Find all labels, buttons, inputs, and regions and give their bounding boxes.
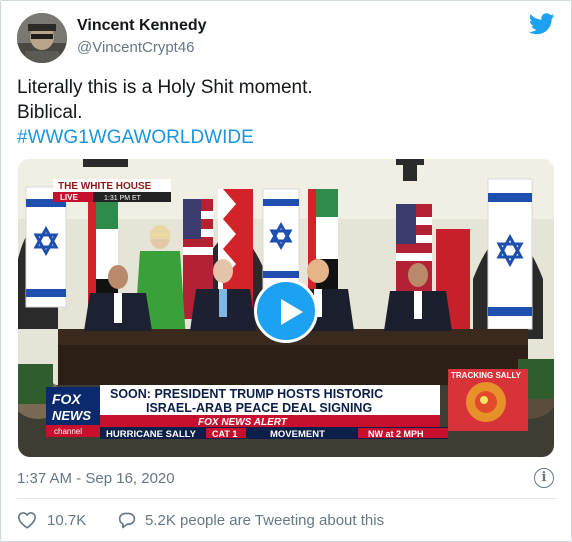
like-count: 10.7K xyxy=(47,511,87,529)
divider xyxy=(17,498,557,499)
video-player[interactable]: THE WHITE HOUSE LIVE 1:31 PM ET FOX NEWS… xyxy=(18,159,554,457)
fox-logo-line-3: channel xyxy=(54,427,82,436)
fox-alert-label: FOX NEWS ALERT xyxy=(198,417,288,428)
info-icon[interactable]: i xyxy=(534,468,554,488)
fox-logo-line-2: NEWS xyxy=(52,408,91,423)
twitter-bird-icon[interactable] xyxy=(528,13,555,35)
conversation-label: 5.2K people are Tweeting about this xyxy=(145,511,385,529)
like-button[interactable]: 10.7K xyxy=(17,511,86,529)
avatar[interactable] xyxy=(17,13,67,63)
heart-icon xyxy=(17,512,37,529)
tweet-text: Literally this is a Holy Shit moment. Bi… xyxy=(17,75,313,150)
live-time: 1:31 PM ET xyxy=(104,195,142,202)
ticker-movement: MOVEMENT xyxy=(270,429,325,440)
author-handle[interactable]: @VincentCrypt46 xyxy=(77,39,195,56)
headline-line-2: ISRAEL-ARAB PEACE DEAL SIGNING xyxy=(146,401,372,415)
tweet-line-1: Literally this is a Holy Shit moment. xyxy=(17,77,313,98)
ticker-speed: NW at 2 MPH xyxy=(368,429,424,439)
hashtag-link[interactable]: #WWG1WGAWORLDWIDE xyxy=(17,125,313,150)
fox-logo-line-1: FOX xyxy=(52,391,82,407)
ticker-category: CAT 1 xyxy=(212,429,237,439)
tweet-timestamp[interactable]: 1:37 AM - Sep 16, 2020 xyxy=(17,470,175,487)
reply-bubble-icon xyxy=(118,512,136,529)
author-name[interactable]: Vincent Kennedy xyxy=(77,17,207,35)
play-button[interactable] xyxy=(254,279,318,343)
live-label: LIVE xyxy=(60,193,78,202)
whitehouse-label: THE WHITE HOUSE xyxy=(58,181,152,192)
ticker-hurricane: HURRICANE SALLY xyxy=(106,429,197,440)
headline-line-1: SOON: PRESIDENT TRUMP HOSTS HISTORIC xyxy=(110,387,383,401)
tracking-label: TRACKING SALLY xyxy=(451,371,522,380)
tweet-line-2: Biblical. xyxy=(17,102,83,123)
conversation-link[interactable]: 5.2K people are Tweeting about this xyxy=(117,511,384,529)
tweet-card: Vincent Kennedy @VincentCrypt46 Literall… xyxy=(0,0,572,542)
play-icon xyxy=(281,299,303,325)
